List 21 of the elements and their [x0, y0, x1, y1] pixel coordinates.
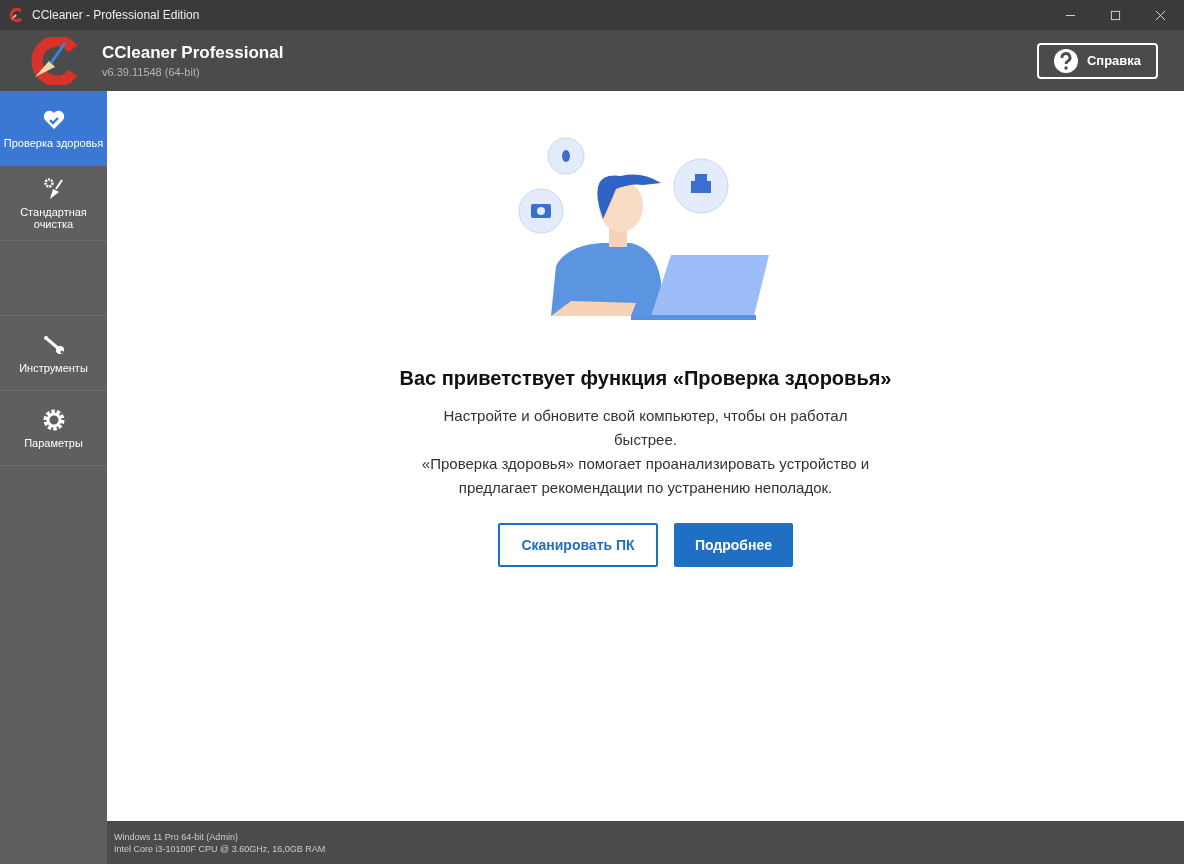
details-button[interactable]: Подробнее — [674, 523, 793, 567]
sidebar-item[interactable]: Инструменты — [0, 316, 107, 391]
welcome-heading: Вас приветствует функция «Проверка здоровья» — [399, 367, 892, 390]
description-text: Настройте и обновите свой компьютер, чтобы он работал быстрее. — [442, 406, 849, 450]
product-name: CCleaner Professional — [102, 43, 285, 63]
settings-icon — [41, 407, 66, 432]
app-logo-icon — [8, 7, 24, 23]
maximize-icon[interactable] — [1110, 9, 1121, 21]
window-title: CCleaner - Professional Edition — [32, 8, 201, 22]
version-label: v6.39.11548 (64-bit) — [102, 66, 201, 78]
system-info-text: Windows 11 Pro 64-bit (Admin) — [114, 830, 239, 843]
description-text: «Проверка здоровья» помогает проанализировать устройство и предлагает рекомендации по устранению неполадок. — [420, 454, 871, 498]
system-info-text: Intel Core i3-10100F CPU @ 3.60GHz, 16,0GB RAM — [114, 842, 327, 855]
sidebar-item[interactable]: Параметры — [0, 391, 107, 466]
close-icon[interactable] — [1155, 9, 1166, 21]
help-icon — [1053, 48, 1078, 73]
scan-button[interactable]: Сканировать ПК — [498, 523, 658, 567]
sidebar-item[interactable]: Стандартная очистка — [0, 166, 107, 241]
help-button[interactable]: Справка — [1037, 42, 1158, 79]
sidebar-item[interactable]: Проверка здоровья — [0, 91, 107, 166]
gear-broom-icon — [41, 176, 66, 201]
